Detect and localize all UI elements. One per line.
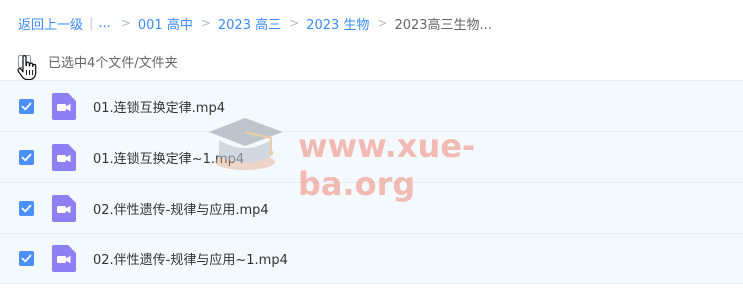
- breadcrumb-item-2023-biology[interactable]: 2023 生物: [306, 14, 369, 33]
- breadcrumb-item-001[interactable]: 001 高中: [138, 14, 193, 33]
- breadcrumb-divider: |: [89, 15, 94, 31]
- file-name[interactable]: 02.伴性遗传-规律与应用~1.mp4: [93, 249, 288, 268]
- file-row[interactable]: 02.伴性遗传-规律与应用~1.mp4: [0, 233, 743, 284]
- chevron-right-icon: >: [377, 16, 388, 30]
- file-row[interactable]: 01.连锁互换定律~1.mp4: [0, 131, 743, 182]
- row-checkbox[interactable]: [19, 200, 34, 216]
- video-file-icon: [52, 245, 76, 272]
- checkmark-icon: [21, 153, 32, 161]
- file-row[interactable]: 01.连锁互换定律.mp4: [0, 80, 743, 131]
- breadcrumb: 返回上一级 | ... > 001 高中 > 2023 高三 > 2023 生物…: [18, 13, 492, 33]
- checkmark-icon: [21, 254, 32, 263]
- file-list: 01.连锁互换定律.mp4 01.连锁互换定律~1.mp4 02.伴性遗传-规律…: [0, 80, 743, 284]
- file-name[interactable]: 01.连锁互换定律~1.mp4: [93, 148, 244, 167]
- video-file-icon: [52, 92, 76, 120]
- chevron-right-icon: >: [200, 16, 211, 30]
- breadcrumb-ellipsis[interactable]: ...: [98, 16, 110, 31]
- file-name[interactable]: 02.伴性遗传-规律与应用.mp4: [93, 199, 269, 218]
- breadcrumb-current: 2023高三生物...: [394, 17, 492, 33]
- hand-cursor-icon: [17, 55, 37, 81]
- checkmark-icon: [21, 204, 32, 212]
- row-checkbox[interactable]: [19, 98, 34, 114]
- file-name[interactable]: 01.连锁互换定律.mp4: [93, 97, 225, 116]
- video-file-icon: [52, 194, 76, 222]
- file-row[interactable]: 02.伴性遗传-规律与应用.mp4: [0, 182, 743, 233]
- row-checkbox[interactable]: [19, 149, 34, 165]
- chevron-right-icon: >: [289, 16, 300, 30]
- row-checkbox[interactable]: [19, 251, 34, 266]
- back-link[interactable]: 返回上一级: [18, 14, 83, 33]
- selection-count-text: 已选中4个文件/文件夹: [48, 55, 178, 71]
- selection-header: 已选中4个文件/文件夹: [18, 51, 178, 71]
- breadcrumb-item-2023-gaosan[interactable]: 2023 高三: [218, 14, 281, 33]
- chevron-right-icon: >: [120, 16, 131, 30]
- video-file-icon: [52, 143, 76, 171]
- checkmark-icon: [21, 102, 32, 110]
